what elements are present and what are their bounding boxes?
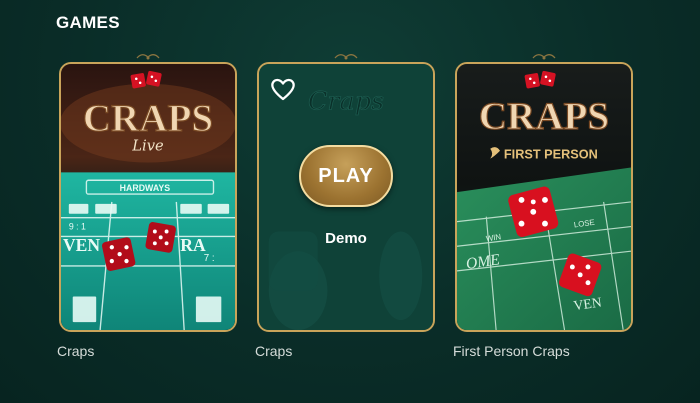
heart-outline-icon[interactable] <box>269 76 297 102</box>
game-title-first-person-craps[interactable]: First Person Craps <box>453 343 570 359</box>
ornament-icon <box>334 54 358 60</box>
ornament-icon <box>136 54 160 60</box>
svg-text:HARDWAYS: HARDWAYS <box>120 183 171 193</box>
svg-text:VEN: VEN <box>63 235 100 255</box>
svg-text:7 :: 7 : <box>204 253 215 264</box>
craps-live-logo-text: CRAPS <box>83 97 213 140</box>
first-person-craps-logo-sub: FIRST PERSON <box>504 147 598 162</box>
section-title: GAMES <box>56 13 120 32</box>
ornament-icon <box>532 54 556 60</box>
game-card-craps[interactable]: Craps PLAY Demo <box>257 62 435 332</box>
game-card-first-person-craps[interactable]: OME VEN WIN LOSE CRAPS FIRST PERSON <box>455 62 633 332</box>
play-button[interactable]: PLAY <box>299 145 393 207</box>
demo-link[interactable]: Demo <box>259 230 433 247</box>
craps-live-logo-sub: Live <box>131 138 164 155</box>
svg-text:RA: RA <box>180 235 206 255</box>
svg-text:Craps: Craps <box>308 86 384 116</box>
game-title-craps-live[interactable]: Craps <box>57 343 94 359</box>
game-title-craps[interactable]: Craps <box>255 343 292 359</box>
game-card-craps-live[interactable]: HARDWAYS VEN RA 9 : 1 7 : CRAPS Live <box>59 62 237 332</box>
svg-text:9 : 1: 9 : 1 <box>69 221 86 231</box>
first-person-craps-logo-text: CRAPS <box>479 95 609 138</box>
first-person-craps-thumbnail: OME VEN WIN LOSE CRAPS FIRST PERSON <box>457 64 631 330</box>
craps-live-thumbnail: HARDWAYS VEN RA 9 : 1 7 : CRAPS Live <box>61 64 235 330</box>
